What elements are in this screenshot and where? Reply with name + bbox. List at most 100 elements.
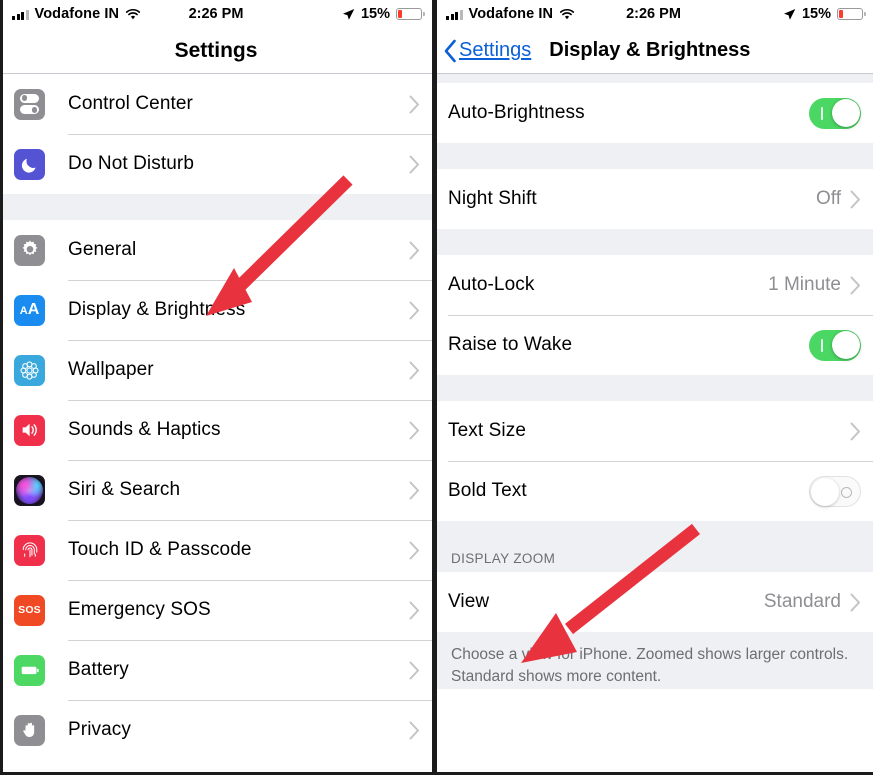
row-auto-lock[interactable]: Auto-Lock 1 Minute xyxy=(434,255,873,315)
section-gap xyxy=(434,375,873,401)
row-label: Bold Text xyxy=(448,480,527,501)
section-gap xyxy=(434,229,873,255)
row-text-size[interactable]: Text Size xyxy=(434,401,873,461)
display-brightness-icon: AA xyxy=(14,294,45,326)
row-label: Raise to Wake xyxy=(448,334,573,355)
battery-icon xyxy=(396,8,425,20)
back-button[interactable]: Settings xyxy=(443,39,531,63)
row-label: General xyxy=(68,239,137,260)
chevron-right-icon xyxy=(409,301,420,320)
page-title: Display & Brightness xyxy=(549,39,751,61)
chevron-right-icon xyxy=(409,481,420,500)
carrier-label: Vodafone IN xyxy=(468,6,554,22)
row-label: View xyxy=(448,591,490,612)
lock-wake-group: Auto-Lock 1 Minute Raise to Wake xyxy=(434,255,873,375)
control-center-icon xyxy=(14,88,45,120)
status-bar-right-group: 15% xyxy=(783,6,866,22)
chevron-right-icon xyxy=(850,422,861,441)
row-view[interactable]: View Standard xyxy=(434,572,873,632)
row-label: Auto-Brightness xyxy=(448,102,585,123)
sos-icon: SOS xyxy=(14,594,45,626)
moon-icon xyxy=(14,148,45,180)
sidebar-item-control-center[interactable]: Control Center xyxy=(0,74,432,134)
chevron-right-icon xyxy=(409,241,420,260)
sidebar-item-wallpaper[interactable]: Wallpaper xyxy=(0,340,432,400)
sidebar-item-siri-search[interactable]: Siri & Search xyxy=(0,460,432,520)
wallpaper-flower-icon xyxy=(14,354,45,386)
row-label: Auto-Lock xyxy=(448,274,535,295)
sidebar-item-display-brightness[interactable]: AA Display & Brightness xyxy=(0,280,432,340)
row-label: Control Center xyxy=(68,93,193,114)
night-shift-group: Night Shift Off xyxy=(434,169,873,229)
row-label: Night Shift xyxy=(448,188,537,209)
chevron-right-icon xyxy=(409,661,420,680)
row-label: Sounds & Haptics xyxy=(68,419,221,440)
row-raise-to-wake[interactable]: Raise to Wake xyxy=(434,315,873,375)
row-label: Battery xyxy=(68,659,129,680)
cellular-signal-icon xyxy=(12,9,29,20)
section-gap xyxy=(434,74,873,83)
battery-icon xyxy=(837,8,866,20)
sidebar-item-privacy[interactable]: Privacy xyxy=(0,700,432,760)
back-label: Settings xyxy=(459,39,532,61)
status-bar-left-group: Vodafone IN xyxy=(12,6,141,22)
row-label: Touch ID & Passcode xyxy=(68,539,252,560)
sidebar-item-do-not-disturb[interactable]: Do Not Disturb xyxy=(0,134,432,194)
gear-icon xyxy=(14,234,45,266)
siri-orb-icon xyxy=(14,474,45,506)
cellular-signal-icon xyxy=(446,9,463,20)
row-label: Privacy xyxy=(68,719,131,740)
wifi-icon xyxy=(559,8,575,20)
chevron-right-icon xyxy=(409,421,420,440)
chevron-right-icon xyxy=(409,721,420,740)
sidebar-item-sounds-haptics[interactable]: Sounds & Haptics xyxy=(0,400,432,460)
auto-brightness-toggle[interactable] xyxy=(809,97,861,129)
navigation-bar-left: Settings xyxy=(0,28,432,74)
sidebar-item-battery[interactable]: Battery xyxy=(0,640,432,700)
display-zoom-footer-text: Choose a view for iPhone. Zoomed shows l… xyxy=(434,632,873,689)
page-title: Settings xyxy=(174,38,258,62)
settings-group-1: Control Center Do Not Disturb xyxy=(0,74,432,194)
battery-percent-label: 15% xyxy=(801,6,831,22)
text-group: Text Size Bold Text xyxy=(434,401,873,521)
sidebar-item-general[interactable]: General xyxy=(0,220,432,280)
display-zoom-group: View Standard xyxy=(434,572,873,632)
status-bar-right: Vodafone IN 2:26 PM 15% xyxy=(434,0,873,28)
sidebar-item-emergency-sos[interactable]: SOS Emergency SOS xyxy=(0,580,432,640)
battery-percent-label: 15% xyxy=(360,6,390,22)
location-arrow-icon xyxy=(783,8,796,21)
row-label: Wallpaper xyxy=(68,359,154,380)
status-bar-left: Vodafone IN 2:26 PM 15% xyxy=(0,0,432,28)
row-label: Emergency SOS xyxy=(68,599,211,620)
section-gap xyxy=(434,143,873,169)
chevron-right-icon xyxy=(409,155,420,174)
fingerprint-icon xyxy=(14,534,45,566)
chevron-right-icon xyxy=(850,190,861,209)
section-gap xyxy=(0,194,432,220)
brightness-group: Auto-Brightness xyxy=(434,83,873,143)
battery-settings-icon xyxy=(14,654,45,686)
row-value: 1 Minute xyxy=(768,274,841,295)
row-label: Display & Brightness xyxy=(68,299,246,320)
display-brightness-screen: Vodafone IN 2:26 PM 15% Settings Display… xyxy=(434,0,873,775)
row-label: Do Not Disturb xyxy=(68,153,194,174)
row-label: Siri & Search xyxy=(68,479,181,500)
chevron-right-icon xyxy=(850,593,861,612)
chevron-right-icon xyxy=(850,276,861,295)
bold-text-toggle[interactable] xyxy=(809,475,861,507)
row-value: Standard xyxy=(763,591,841,612)
chevron-right-icon xyxy=(409,361,420,380)
row-bold-text[interactable]: Bold Text xyxy=(434,461,873,521)
speaker-icon xyxy=(14,414,45,446)
sidebar-item-touch-id-passcode[interactable]: Touch ID & Passcode xyxy=(0,520,432,580)
chevron-right-icon xyxy=(409,95,420,114)
chevron-right-icon xyxy=(409,541,420,560)
status-bar-right-group: 15% xyxy=(342,6,425,22)
raise-to-wake-toggle[interactable] xyxy=(809,329,861,361)
location-arrow-icon xyxy=(342,8,355,21)
row-auto-brightness[interactable]: Auto-Brightness xyxy=(434,83,873,143)
row-night-shift[interactable]: Night Shift Off xyxy=(434,169,873,229)
dual-screenshot-container: Vodafone IN 2:26 PM 15% Settings Control… xyxy=(0,0,873,775)
row-value: Off xyxy=(816,188,841,209)
wifi-icon xyxy=(125,8,141,20)
